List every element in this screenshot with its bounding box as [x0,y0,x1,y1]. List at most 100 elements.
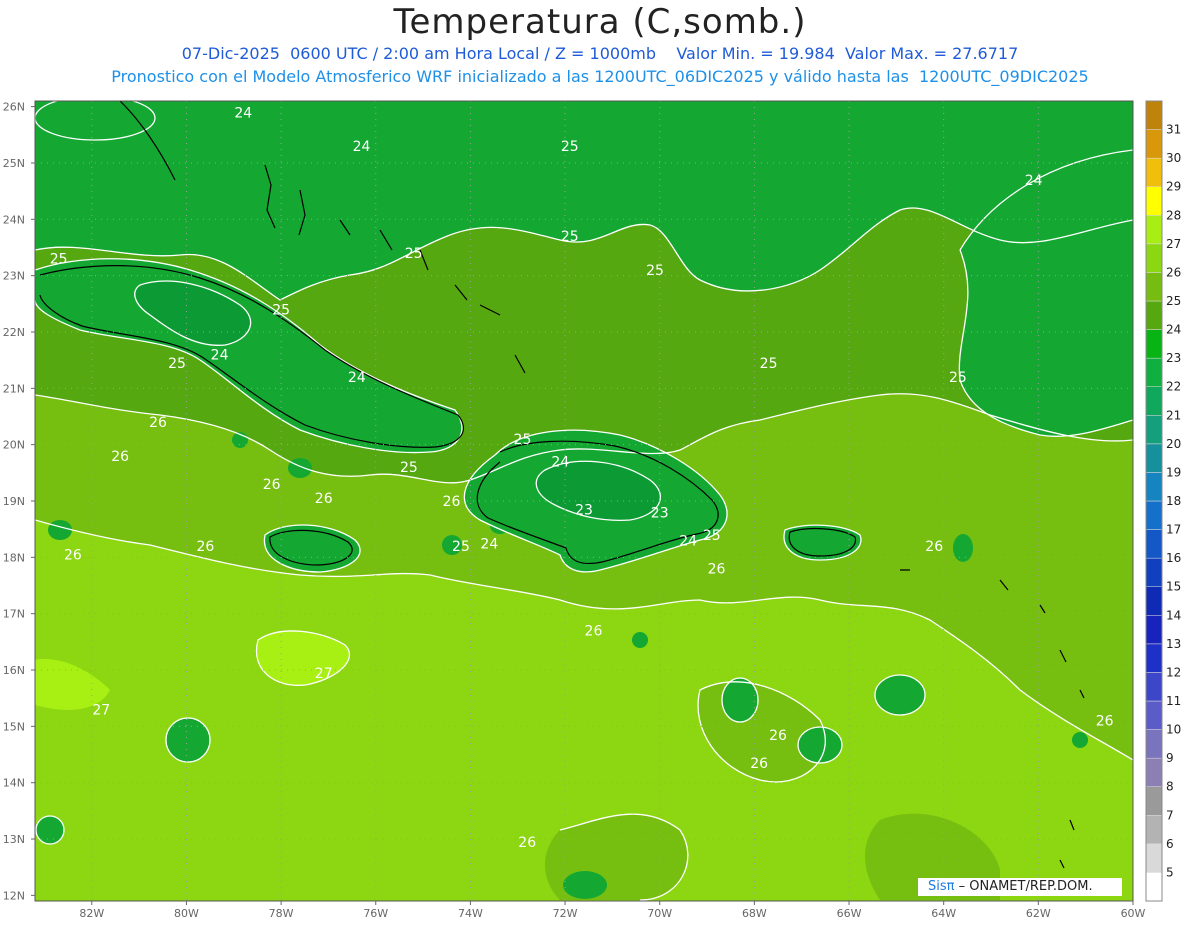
colorbar-swatch [1145,129,1163,159]
colorbar-swatch [1145,843,1163,873]
longitude-axis: 82W 80W 78W 76W 74W 72W 70W 68W 66W 64W 62W 60W [79,901,1146,920]
colorbar-label: 5 [1166,865,1174,879]
contour-label: 25 [272,302,290,318]
colorbar-swatch [1145,529,1163,559]
colorbar-label: 12 [1166,665,1181,679]
colorbar-label: 9 [1166,751,1174,765]
contour-label: 25 [561,229,579,245]
lat-tick-label: 17N [3,608,25,621]
colorbar-swatch [1145,272,1163,302]
colorbar-label: 15 [1166,580,1181,594]
lon-tick-label: 74W [458,907,483,920]
lat-tick-label: 24N [3,213,25,226]
colorbar-label: 31 [1166,123,1181,137]
colorbar-swatch [1145,672,1163,702]
colorbar-label: 20 [1166,437,1181,451]
colorbar-label: 17 [1166,523,1181,537]
contour-label: 26 [111,449,129,465]
colorbar-label: 16 [1166,551,1181,565]
lon-tick-label: 76W [363,907,388,920]
colorbar-label: 27 [1166,237,1181,251]
colorbar-swatch [1145,586,1163,616]
colorbar-swatch [1145,757,1163,787]
latitude-axis: 26N 25N 24N 23N 22N 21N 20N 19N 18N 17N 16N 15N 14N 1… [3,101,35,902]
contour-label: 27 [315,666,333,682]
contour-label: 26 [518,835,536,851]
contour-label: 25 [50,252,68,268]
contour-label: 25 [646,263,664,279]
lat-tick-label: 22N [3,326,25,339]
contour-label: 27 [92,702,110,718]
lat-tick-label: 23N [3,270,25,283]
colorbar-swatch [1145,300,1163,330]
lat-tick-label: 25N [3,157,25,170]
colorbar-swatch [1145,557,1163,587]
colorbar-swatch [1145,157,1163,187]
colorbar-label: 21 [1166,408,1181,422]
lon-tick-label: 72W [553,907,578,920]
colorbar-swatch [1145,872,1163,902]
contour-label: 25 [452,539,470,555]
colorbar-label: 30 [1166,151,1181,165]
contour-label: 23 [651,505,669,521]
colorbar-swatch [1145,786,1163,816]
credit-brand: Sisπ [928,879,955,894]
contour-label: 26 [315,491,333,507]
colorbar: 5 6 7 8 9 10 11 12 13 14 15 16 17 18 19 20 21 22 23 24 25 26 2… [1145,100,1181,902]
colorbar-swatch [1145,700,1163,730]
colorbar-swatch [1145,443,1163,473]
lat-tick-label: 16N [3,664,25,677]
contour-label: 26 [708,562,726,578]
credit-text: – ONAMET/REP.DOM. [954,879,1093,894]
contour-label: 25 [561,139,579,155]
lat-tick-label: 12N [3,889,25,902]
contour-label: 24 [348,370,366,386]
lat-tick-label: 19N [3,495,25,508]
colorbar-label: 10 [1166,723,1181,737]
lat-tick-label: 21N [3,382,25,395]
colorbar-swatch [1145,815,1163,845]
colorbar-swatch [1145,357,1163,387]
colorbar-swatch [1145,186,1163,216]
lat-tick-label: 14N [3,777,25,790]
colorbar-label: 29 [1166,180,1181,194]
colorbar-label: 28 [1166,208,1181,222]
colorbar-swatch [1145,100,1163,130]
contour-label: 25 [405,246,423,262]
colorbar-swatch [1145,386,1163,416]
colorbar-swatch [1145,643,1163,673]
lat-tick-label: 18N [3,551,25,564]
colorbar-label: 19 [1166,465,1181,479]
contour-label: 25 [400,460,418,476]
colorbar-swatch [1145,243,1163,273]
contour-label: 24 [234,105,252,121]
contour-label: 26 [196,539,214,555]
lat-tick-label: 15N [3,720,25,733]
colorbar-swatch [1145,472,1163,502]
contour-label: 26 [443,494,461,510]
colorbar-label: 25 [1166,294,1181,308]
contour-label: 26 [925,539,943,555]
colorbar-swatch [1145,329,1163,359]
contour-label: 25 [949,370,967,386]
contour-label: 24 [551,455,569,471]
contour-label: 24 [1025,173,1043,189]
colorbar-label: 7 [1166,808,1174,822]
contour-label: 25 [168,356,186,372]
colorbar-label: 23 [1166,351,1181,365]
lat-tick-label: 26N [3,101,25,114]
contour-label: 26 [149,415,167,431]
contour-label: 26 [263,477,281,493]
contour-label: 25 [760,356,778,372]
lon-tick-label: 60W [1121,907,1146,920]
colorbar-label: 26 [1166,265,1181,279]
lat-tick-label: 20N [3,439,25,452]
contour-label: 26 [585,624,603,640]
contour-label: 25 [703,528,721,544]
colorbar-label: 18 [1166,494,1181,508]
lon-tick-label: 78W [269,907,294,920]
lon-tick-label: 62W [1026,907,1051,920]
contour-label: 26 [750,756,768,772]
temperature-map: 24 24 25 24 25 25 25 25 25 24 25 25 24 25 26 25 26 24 25 26… [3,100,1181,920]
colorbar-swatch [1145,500,1163,530]
